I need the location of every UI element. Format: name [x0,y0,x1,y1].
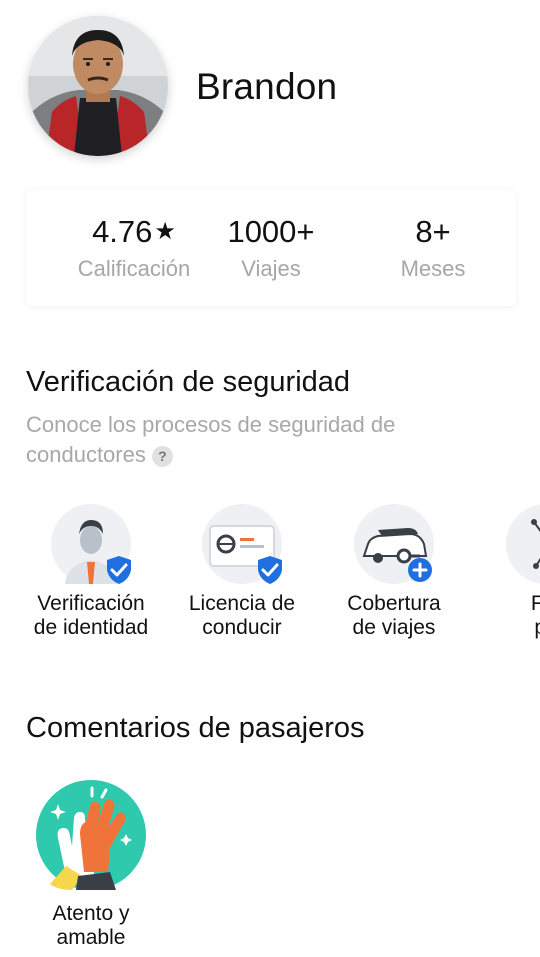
driver-name: Brandon [196,66,338,107]
stats-card: 4.76★ Calificación 1000+ Viajes 8+ Meses [26,190,516,306]
feedback-section-title: Comentarios de pasajeros [26,712,365,744]
feedback-badge-label: Atento y amable [52,902,130,949]
months-value: 8+ [415,214,451,249]
help-icon[interactable]: ? [151,446,173,467]
safety-description: Conoce los procesos de seguridad de cond… [26,410,486,470]
trips-stat: 1000+ Viajes [189,212,353,282]
identity-verification-badge[interactable]: Verificación de identidad [11,500,171,640]
trip-coverage-label: Cobertura de viajes [347,592,441,639]
profile-header: Brandon [0,0,540,170]
identity-verification-icon [51,504,131,584]
identity-verification-label: Verificación de identidad [33,592,149,639]
driver-license-badge[interactable]: Licencia de conducir [162,500,322,640]
star-icon: ★ [154,218,176,245]
photo-badge[interactable]: Fotpe [466,500,540,640]
high-five-icon [36,780,146,890]
driver-license-label: Licencia de conducir [188,592,296,639]
driver-license-icon [202,504,282,584]
safety-section-title: Verificación de seguridad [26,366,351,398]
photo-icon [506,504,540,584]
months-stat: 8+ Meses [351,212,515,282]
safety-badges-row: Verificación de identidad Licencia de cond… [0,500,540,650]
trips-label: Viajes [241,256,301,281]
trip-coverage-badge[interactable]: Cobertura de viajes [314,500,474,640]
driver-avatar[interactable] [28,16,168,156]
feedback-badge-attentive[interactable]: Atento y amable [26,780,156,950]
safety-description-text: Conoce los procesos de seguridad de cond… [26,412,396,467]
photo-label: Fotpe [530,592,540,639]
rating-number: 4.76 [92,214,153,249]
months-label: Meses [400,256,466,281]
trip-coverage-icon [354,504,434,584]
trips-value: 1000+ [227,214,315,249]
